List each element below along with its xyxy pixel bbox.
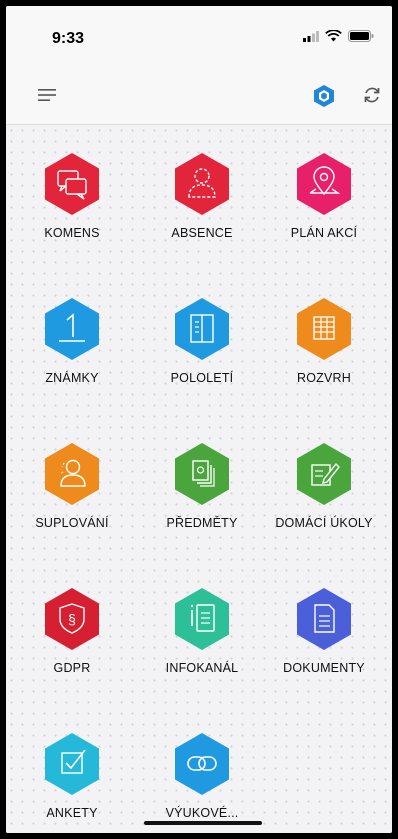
tile-pololeti[interactable]: POLOLETÍ <box>142 270 262 410</box>
poll-checkbox-icon <box>45 733 99 795</box>
map-pin-icon <box>297 153 351 215</box>
top-toolbar <box>6 66 392 125</box>
refresh-icon[interactable] <box>361 84 383 106</box>
link-icon <box>175 733 229 795</box>
tile-label: GDPR <box>53 661 91 675</box>
info-list-icon <box>175 588 229 650</box>
tile-label: INFOKANÁL <box>165 661 239 675</box>
status-icons <box>303 30 374 42</box>
tile-infokanal[interactable]: INFOKANÁL <box>142 560 262 700</box>
tile-plan-akci[interactable]: PLÁN AKCÍ <box>264 125 384 265</box>
timetable-icon <box>297 298 351 360</box>
subjects-icon <box>175 443 229 505</box>
tile-predmety[interactable]: PŘEDMĚTY <box>142 415 262 555</box>
tile-komens[interactable]: KOMENS <box>12 125 132 265</box>
hamburger-menu-icon[interactable] <box>36 84 58 106</box>
tile-vyukove[interactable]: VÝUKOVÉ... <box>142 705 262 833</box>
open-book-icon <box>175 298 229 360</box>
substitute-person-icon <box>45 443 99 505</box>
tile-dokumenty[interactable]: DOKUMENTY <box>264 560 384 700</box>
home-indicator[interactable] <box>144 821 262 825</box>
tile-label: PLÁN AKCÍ <box>290 226 358 240</box>
tile-label: ROZVRH <box>297 371 351 385</box>
tile-rozvrh[interactable]: ROZVRH <box>264 270 384 410</box>
battery-icon <box>348 30 374 42</box>
tile-label: POLOLETÍ <box>170 371 234 385</box>
tile-label: ABSENCE <box>171 226 233 240</box>
modules-grid: KOMENS ABSENCE PLÁN AKCÍ ZNÁMKY POLOLETÍ… <box>6 125 392 833</box>
person-dashed-icon <box>175 153 229 215</box>
grade-one-icon <box>45 298 99 360</box>
tile-label: KOMENS <box>44 226 100 240</box>
tile-gdpr[interactable]: § GDPR <box>12 560 132 700</box>
tile-domaci-ukoly[interactable]: DOMÁCÍ ÚKOLY <box>264 415 384 555</box>
tile-label: SUPLOVÁNÍ <box>35 516 109 530</box>
gdpr-shield-icon: § <box>45 588 99 650</box>
tile-label: VÝUKOVÉ... <box>165 806 239 820</box>
tile-label: ZNÁMKY <box>45 371 99 385</box>
tile-ankety[interactable]: ANKETY <box>12 705 132 833</box>
tile-label: ANKETY <box>46 806 98 820</box>
phone-screen: 9:33 KOMENS ABSENCE PLÁN AKCÍ ZNÁMKY POL… <box>6 6 392 833</box>
signal-icon <box>303 31 319 42</box>
tile-label: DOMÁCÍ ÚKOLY <box>275 516 373 530</box>
chat-bubbles-icon <box>45 153 99 215</box>
status-time: 9:33 <box>52 30 85 47</box>
tile-suplovani[interactable]: SUPLOVÁNÍ <box>12 415 132 555</box>
tile-label: DOKUMENTY <box>283 661 365 675</box>
tile-znamky[interactable]: ZNÁMKY <box>12 270 132 410</box>
document-icon <box>297 588 351 650</box>
tile-absence[interactable]: ABSENCE <box>142 125 262 265</box>
svg-text:§: § <box>68 611 76 627</box>
wifi-icon <box>325 30 342 42</box>
app-logo-icon[interactable] <box>312 84 336 108</box>
homework-pencil-icon <box>297 443 351 505</box>
status-bar: 9:33 <box>6 6 392 66</box>
tile-label: PŘEDMĚTY <box>166 516 238 530</box>
